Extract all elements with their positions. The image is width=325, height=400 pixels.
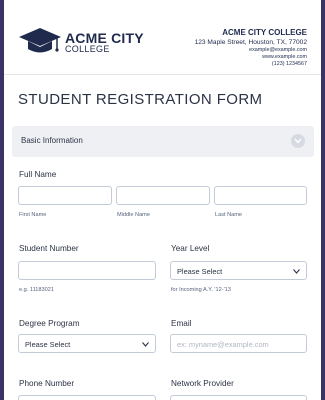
college-phone: (123) 1234567 (271, 61, 307, 67)
middle-name-sublabel: Middle Name (117, 212, 150, 218)
year-level-hint: for Incoming A.Y. '12-'13 (171, 287, 231, 293)
chevron-down-icon (142, 342, 149, 347)
full-name-label: Full Name (19, 170, 57, 179)
last-name-sublabel: Last Name (215, 212, 243, 218)
network-provider-select[interactable] (170, 395, 307, 400)
page-title: STUDENT REGISTRATION FORM (18, 91, 263, 108)
phone-number-label: Phone Number (19, 379, 75, 388)
first-name-sublabel: First Name (19, 212, 47, 218)
chevron-down-icon[interactable] (291, 134, 305, 148)
chevron-down-icon (293, 269, 300, 274)
year-level-label: Year Level (171, 244, 210, 253)
college-email: example@example.com (249, 47, 307, 53)
student-number-label: Student Number (19, 244, 79, 253)
degree-program-value: Please Select (25, 340, 71, 349)
college-website: www.example.com (262, 54, 307, 60)
year-level-value: Please Select (177, 267, 223, 276)
section-header-basic-information[interactable]: Basic Information (12, 126, 314, 157)
year-level-select[interactable]: Please Select (170, 261, 307, 280)
college-name: ACME CITY COLLEGE (222, 28, 307, 37)
student-number-hint: e.g. 11183021 (19, 287, 54, 293)
network-provider-label: Network Provider (171, 379, 234, 388)
college-address: 123 Maple Street, Houston, TX, 77002 (194, 39, 307, 46)
graduation-cap-icon (18, 27, 62, 55)
degree-program-label: Degree Program (19, 319, 80, 328)
first-name-input[interactable] (18, 186, 112, 205)
form-header: ACME CITY COLLEGE ACME CITY COLLEGE 123 … (4, 0, 321, 74)
degree-program-select[interactable]: Please Select (18, 334, 156, 353)
email-input[interactable]: ex: myname@example.com (170, 334, 307, 353)
student-number-input[interactable] (18, 261, 156, 280)
section-label: Basic Information (21, 136, 83, 145)
logo-subtitle: COLLEGE (65, 44, 110, 54)
email-label: Email (171, 319, 192, 328)
last-name-input[interactable] (214, 186, 307, 205)
header-divider (4, 74, 321, 75)
email-placeholder: ex: myname@example.com (177, 340, 269, 349)
phone-number-input[interactable] (18, 395, 156, 400)
college-contact-info: ACME CITY COLLEGE 123 Maple Street, Hous… (195, 28, 307, 68)
registration-form-card: ACME CITY COLLEGE ACME CITY COLLEGE 123 … (4, 0, 321, 400)
middle-name-input[interactable] (116, 186, 210, 205)
